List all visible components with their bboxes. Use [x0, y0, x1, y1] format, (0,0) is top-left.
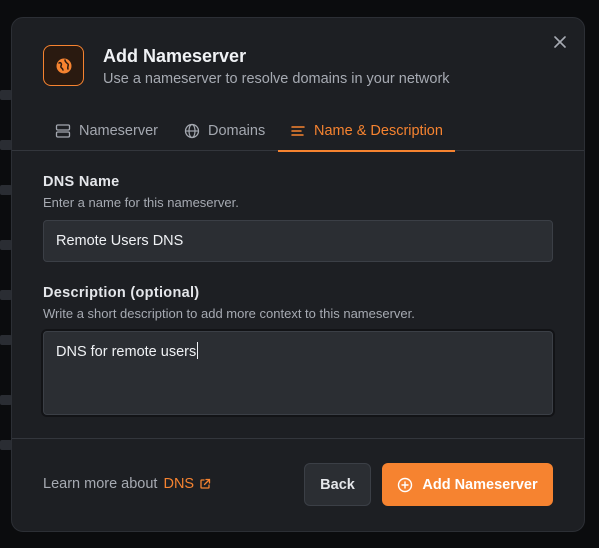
server-icon [55, 123, 71, 138]
learn-more: Learn more about DNS [43, 476, 211, 492]
tab-label: Nameserver [79, 122, 158, 139]
learn-more-text: Learn more about [43, 476, 158, 492]
plus-circle-icon [398, 477, 413, 492]
close-button[interactable] [550, 32, 570, 52]
dns-link-label: DNS [163, 476, 195, 492]
dialog-title: Add Nameserver [103, 46, 247, 66]
globe-pin-icon [43, 45, 84, 86]
dns-name-label: DNS Name [43, 174, 120, 190]
dns-name-help: Enter a name for this nameserver. [43, 195, 239, 210]
tab-label: Name & Description [314, 122, 443, 139]
add-nameserver-button[interactable]: Add Nameserver [382, 463, 553, 506]
text-lines-icon [291, 125, 305, 136]
description-textarea[interactable]: DNS for remote users [43, 331, 553, 415]
description-label: Description (optional) [43, 285, 200, 301]
close-icon [554, 36, 566, 48]
tab-name-description[interactable]: Name & Description [278, 110, 455, 152]
add-nameserver-dialog: Add Nameserver Use a nameserver to resol… [11, 17, 585, 532]
tab-label: Domains [208, 122, 266, 139]
footer-divider [12, 438, 584, 439]
back-button[interactable]: Back [304, 463, 371, 506]
dns-docs-link[interactable]: DNS [163, 476, 211, 492]
add-nameserver-label: Add Nameserver [422, 476, 538, 493]
description-value: DNS for remote users [56, 344, 197, 360]
external-link-icon [200, 478, 211, 489]
tab-domains[interactable]: Domains [184, 110, 265, 151]
dns-name-input[interactable]: Remote Users DNS [43, 220, 553, 262]
tab-bar: Nameserver Domains Name & Description [12, 110, 584, 152]
text-caret [197, 342, 199, 359]
dialog-header: Add Nameserver Use a nameserver to resol… [43, 45, 450, 87]
tab-nameserver[interactable]: Nameserver [55, 110, 158, 151]
description-help: Write a short description to add more co… [43, 306, 415, 321]
dialog-subtitle: Use a nameserver to resolve domains in y… [103, 71, 450, 87]
globe-icon [184, 123, 200, 138]
